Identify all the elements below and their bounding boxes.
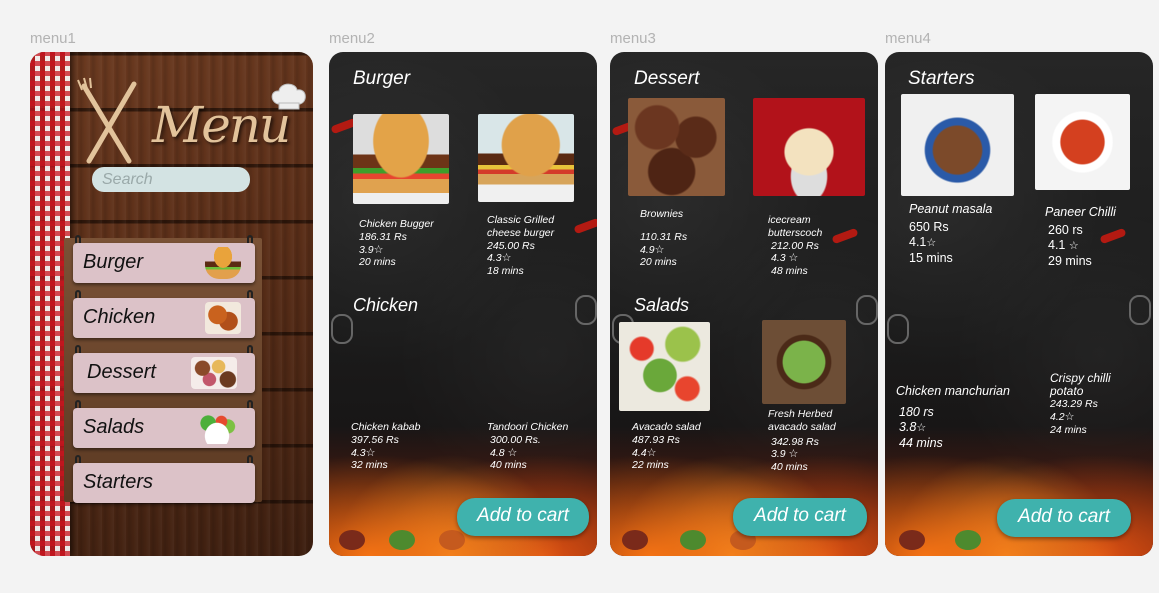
fork-knife-icon [77, 77, 137, 164]
chicken-thumb-icon [205, 302, 241, 334]
star-outline-icon: ☆ [788, 448, 799, 461]
menu-item-chicken-kabab[interactable]: Chicken kabab 397.56 Rs 4.3☆ 32 mins [351, 421, 420, 472]
frame-label-menu2: menu2 [329, 30, 375, 47]
star-outline-icon: ☆ [501, 252, 512, 265]
salad-bowl-icon [195, 412, 239, 444]
section-title-chicken: Chicken [353, 295, 419, 315]
dessert-thumb-icon [191, 357, 237, 389]
menu3-screen: Dessert Brownies 110.31 Rs 4.9☆ 20 mins … [610, 52, 878, 556]
category-label: Salads [83, 416, 145, 438]
section-title-salads: Salads [634, 295, 690, 315]
add-to-cart-button[interactable]: Add to cart [997, 499, 1131, 537]
star-outline-icon: ☆ [365, 446, 376, 459]
section-title-starters: Starters [908, 68, 975, 89]
menu-item-crispy-chilli-potato[interactable]: Crispy chilli potato 243.29 Rs 4.2☆ 24 m… [1050, 372, 1130, 437]
section-title-burger: Burger [353, 68, 411, 89]
icecream-butterscotch-photo[interactable] [753, 98, 865, 196]
menu-item-chicken-manchurian[interactable]: Chicken manchurian 180 rs 3.8☆ 44 mins [896, 384, 1010, 451]
category-label: Chicken [83, 306, 156, 328]
search-input[interactable]: Search [92, 167, 250, 192]
category-label: Dessert [87, 361, 156, 383]
star-outline-icon: ☆ [646, 446, 657, 459]
menu-item-icecream-butterscoch[interactable]: icecream butterscoch 212.00 Rs 4.3 ☆ 48 … [768, 214, 858, 278]
peanut-masala-photo[interactable] [901, 94, 1014, 196]
burger-thumb-icon [205, 247, 241, 279]
chef-hat-icon [271, 83, 306, 110]
star-outline-icon: ☆ [926, 237, 937, 249]
category-label: Burger [83, 251, 144, 273]
star-outline-icon: ☆ [373, 243, 384, 256]
brownies-photo[interactable] [628, 98, 725, 196]
star-outline-icon: ☆ [788, 252, 799, 265]
frame-label-menu4: menu4 [885, 30, 931, 47]
star-outline-icon: ☆ [1068, 240, 1079, 252]
menu-item-peanut-masala[interactable]: Peanut masala 650 Rs 4.1☆ 15 mins [909, 202, 992, 266]
grilled-cheese-burger-photo[interactable] [478, 114, 574, 202]
menu4-screen: Starters Peanut masala 650 Rs 4.1☆ 15 mi… [885, 52, 1153, 556]
menu-item-fresh-herbed-avacado-salad[interactable]: Fresh Herbed avacado salad 342.98 Rs 3.9… [768, 408, 858, 474]
category-starters-button[interactable]: Starters [73, 463, 255, 503]
add-to-cart-button[interactable]: Add to cart [733, 498, 867, 536]
add-to-cart-button[interactable]: Add to cart [457, 498, 589, 536]
avacado-salad-photo[interactable] [619, 322, 710, 411]
herbed-avacado-salad-photo[interactable] [762, 320, 846, 404]
menu1-screen: Menu Search Burger Chicken Dessert Salad… [30, 52, 313, 556]
menu-item-chicken-bugger[interactable]: Chicken Bugger 186.31 Rs 3.9☆ 20 mins [359, 218, 434, 269]
menu-item-brownies[interactable]: Brownies 110.31 Rs 4.9☆ 20 mins [640, 208, 687, 269]
category-chicken-button[interactable]: Chicken [73, 298, 255, 338]
category-burger-button[interactable]: Burger [73, 243, 255, 283]
star-outline-icon: ☆ [654, 243, 665, 256]
frame-label-menu1: menu1 [30, 30, 76, 47]
star-outline-icon: ☆ [1064, 411, 1075, 423]
star-outline-icon: ☆ [507, 446, 518, 459]
menu2-screen: Burger Chicken Bugger 186.31 Rs 3.9☆ 20 … [329, 52, 597, 556]
category-label: Starters [83, 471, 154, 493]
section-title-dessert: Dessert [634, 68, 700, 89]
frame-label-menu3: menu3 [610, 30, 656, 47]
menu-logo-text: Menu [152, 96, 291, 154]
menu-item-avacado-salad[interactable]: Avacado salad 487.93 Rs 4.4☆ 22 mins [632, 421, 701, 472]
category-salads-button[interactable]: Salads [73, 408, 255, 448]
paneer-chilli-photo[interactable] [1035, 94, 1130, 190]
menu-item-classic-grilled-cheese-burger[interactable]: Classic Grilled cheese burger 245.00 Rs … [487, 214, 587, 278]
category-dessert-button[interactable]: Dessert [73, 353, 255, 393]
star-outline-icon: ☆ [916, 422, 927, 434]
menu-logo: Menu [74, 76, 310, 176]
chicken-burger-photo[interactable] [353, 114, 449, 204]
menu-item-paneer-chilli[interactable]: Paneer Chilli 260 rs 4.1 ☆ 29 mins [1045, 205, 1116, 269]
menu-item-tandoori-chicken[interactable]: Tandoori Chicken 300.00 Rs. 4.8 ☆ 40 min… [487, 421, 568, 472]
